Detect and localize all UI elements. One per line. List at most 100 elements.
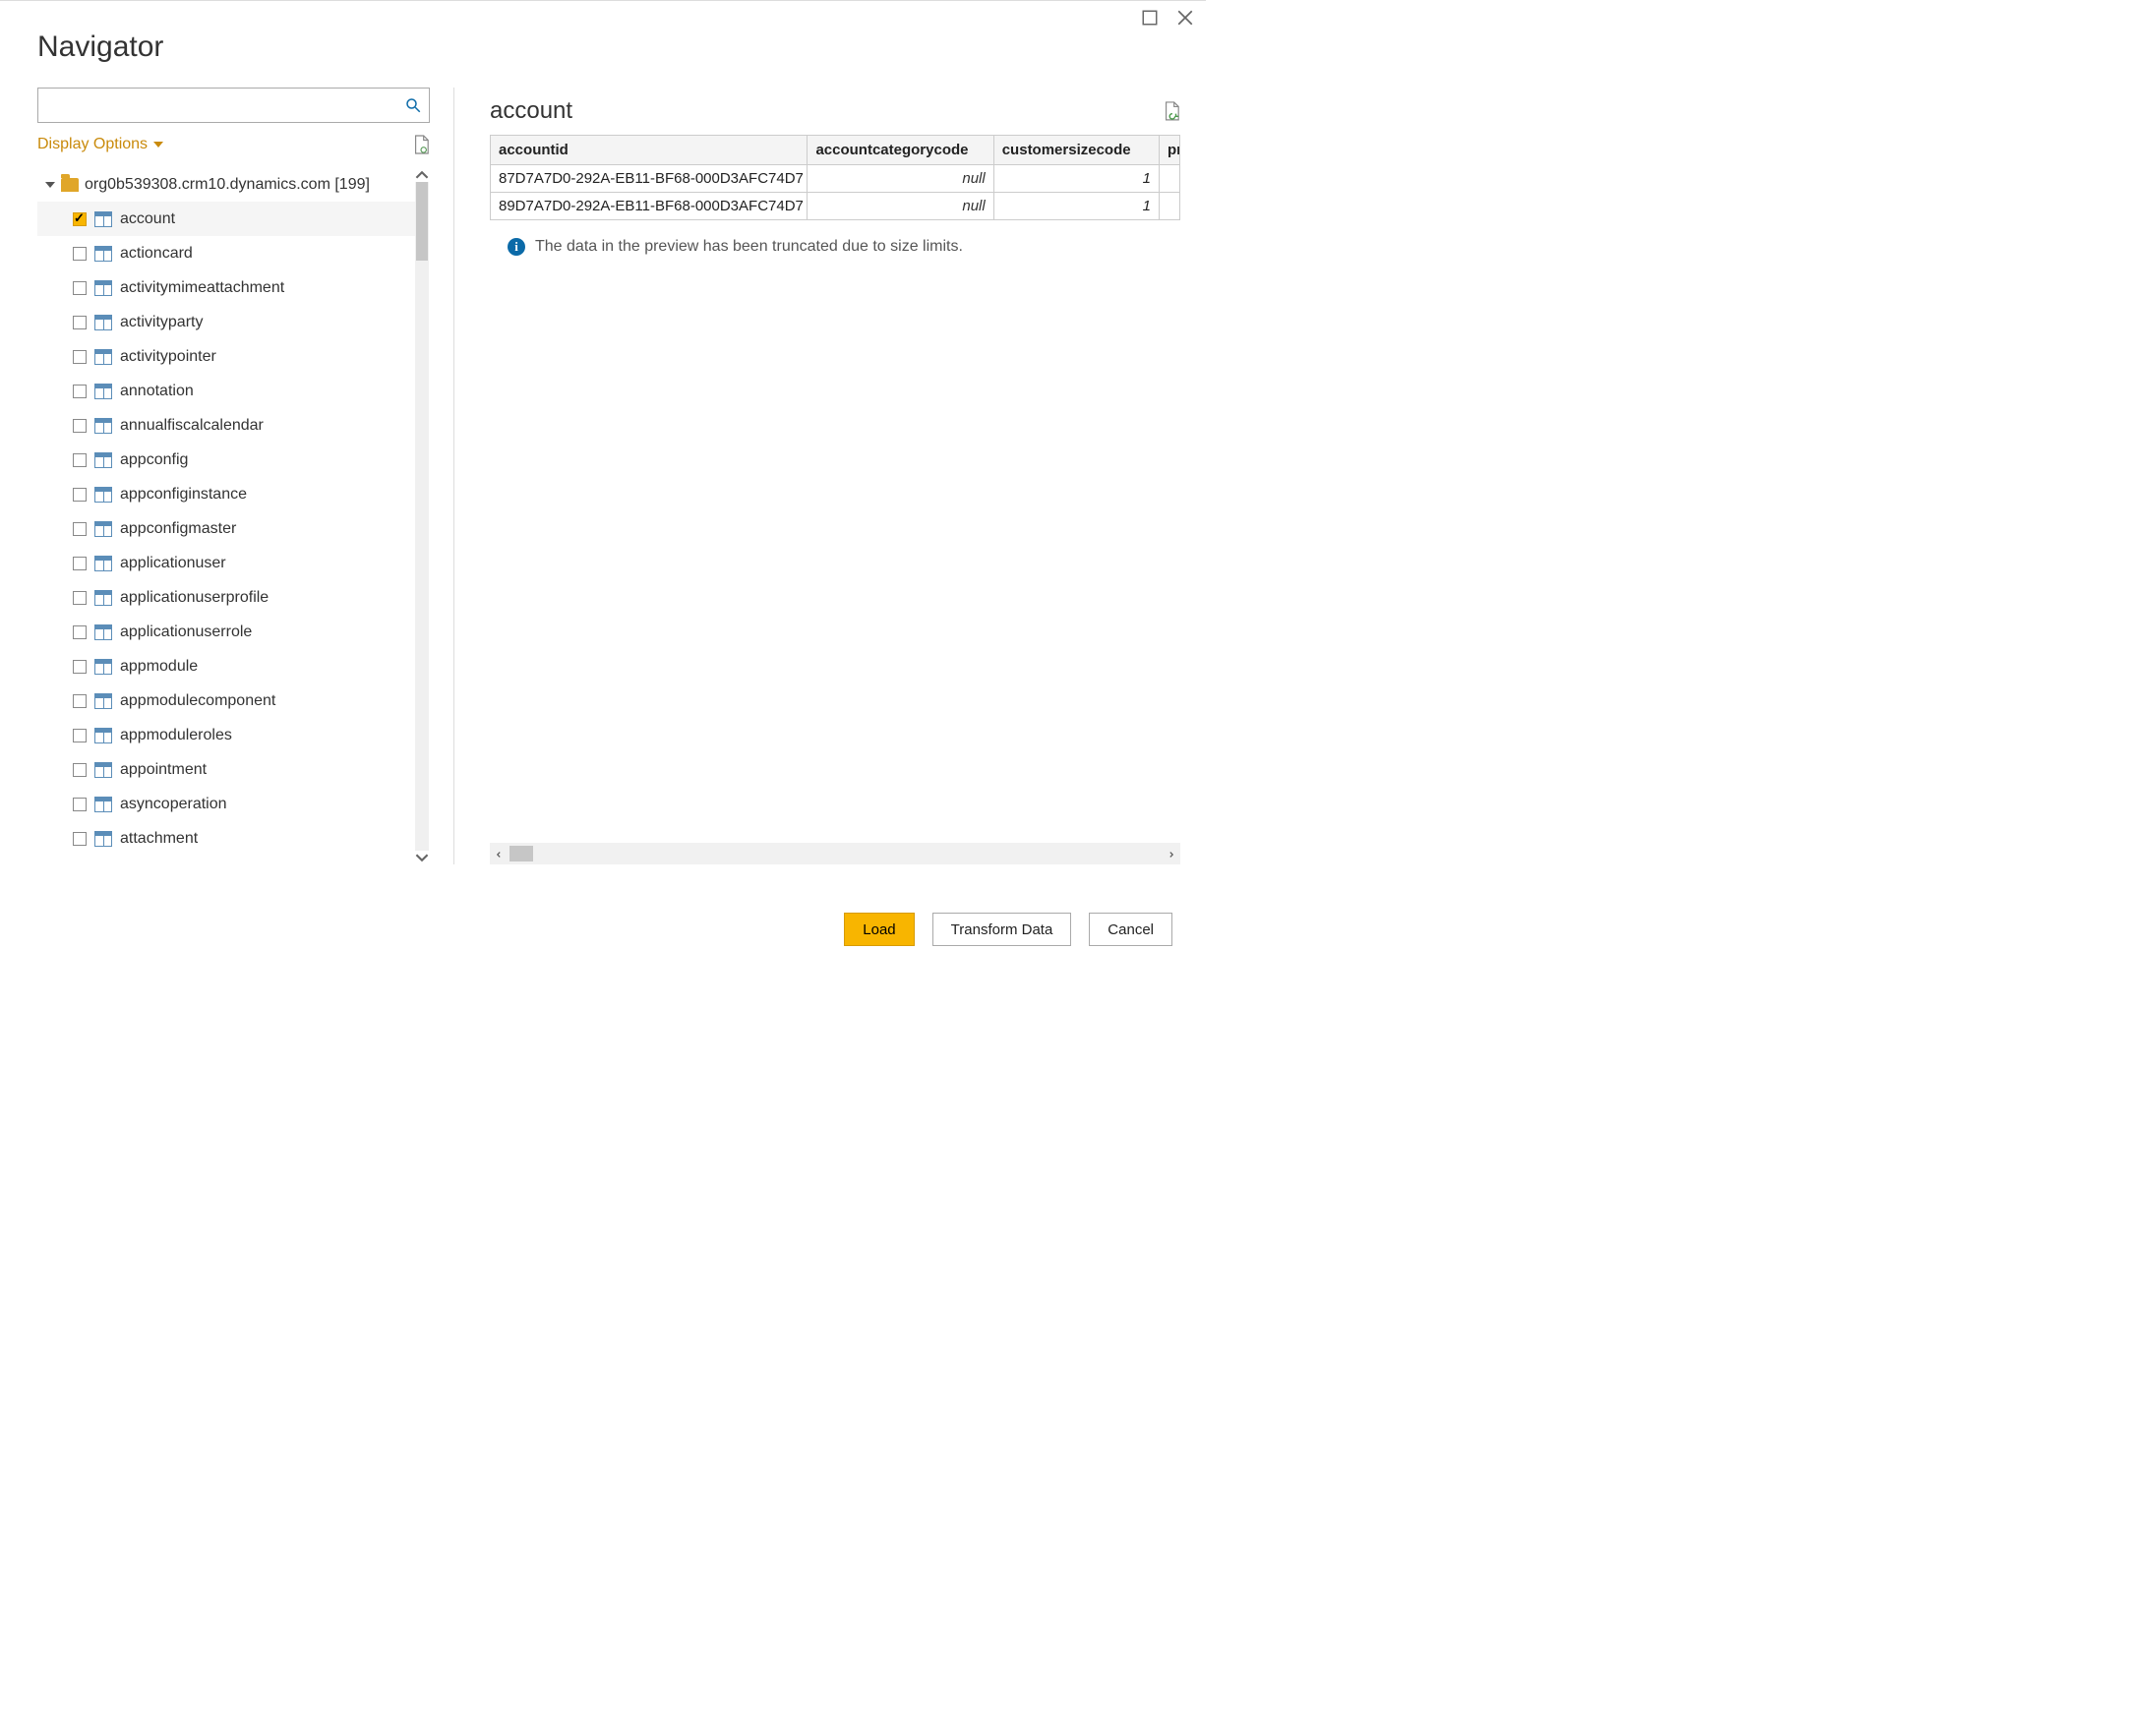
tree-item[interactable]: activitymimeattachment <box>37 270 418 305</box>
tree-item-label: appconfiginstance <box>120 486 247 504</box>
column-header[interactable]: customersizecode <box>993 136 1159 165</box>
cell-truncated <box>1159 165 1179 193</box>
table-icon <box>94 693 112 709</box>
column-header[interactable]: accountid <box>491 136 808 165</box>
column-header[interactable]: accountcategorycode <box>808 136 993 165</box>
close-icon[interactable] <box>1176 9 1194 31</box>
tree-item-checkbox[interactable] <box>73 522 87 536</box>
tree-item-checkbox[interactable] <box>73 247 87 261</box>
table-icon <box>94 315 112 330</box>
tree-refresh-icon[interactable] <box>412 135 430 154</box>
preview-refresh-icon[interactable] <box>1163 101 1180 121</box>
tree-item-label: appconfigmaster <box>120 520 236 538</box>
tree-item[interactable]: appmodule <box>37 649 418 683</box>
tree-item[interactable]: annotation <box>37 374 418 408</box>
table-icon <box>94 452 112 468</box>
dialog-title: Navigator <box>0 1 1206 88</box>
tree-item[interactable]: actioncard <box>37 236 418 270</box>
cell-customersizecode: 1 <box>993 193 1159 220</box>
tree-scrollbar-thumb[interactable] <box>416 182 428 261</box>
tree-item[interactable]: appointment <box>37 752 418 787</box>
table-icon <box>94 521 112 537</box>
tree-item[interactable]: activitypointer <box>37 339 418 374</box>
tree-item-checkbox[interactable] <box>73 591 87 605</box>
tree-item-checkbox[interactable] <box>73 350 87 364</box>
tree-item-checkbox[interactable] <box>73 316 87 329</box>
tree-item-label: asyncoperation <box>120 796 227 813</box>
tree-item[interactable]: appmodulecomponent <box>37 683 418 718</box>
cell-truncated <box>1159 193 1179 220</box>
tree-item[interactable]: applicationuserprofile <box>37 580 418 615</box>
scroll-right-icon[interactable] <box>1163 845 1180 862</box>
scroll-down-icon[interactable] <box>415 851 429 864</box>
tree-item-checkbox[interactable] <box>73 625 87 639</box>
preview-scrollbar-track[interactable] <box>508 843 1163 864</box>
tree-item-checkbox[interactable] <box>73 488 87 502</box>
info-icon: i <box>508 238 525 256</box>
preview-title: account <box>490 97 572 125</box>
search-input[interactable] <box>37 88 430 123</box>
tree-item[interactable]: annualfiscalcalendar <box>37 408 418 443</box>
folder-icon <box>61 178 79 192</box>
table-icon <box>94 487 112 503</box>
table-row[interactable]: 89D7A7D0-292A-EB11-BF68-000D3AFC74D7null… <box>491 193 1180 220</box>
tree-item[interactable]: activityparty <box>37 305 418 339</box>
preview-scrollbar-thumb[interactable] <box>509 846 533 861</box>
tree-item-label: annotation <box>120 383 194 400</box>
column-header[interactable]: pr <box>1159 136 1179 165</box>
tree-item[interactable]: appmoduleroles <box>37 718 418 752</box>
tree-item[interactable]: asyncoperation <box>37 787 418 821</box>
display-options-label: Display Options <box>37 136 148 153</box>
tree-item-checkbox[interactable] <box>73 557 87 570</box>
table-icon <box>94 659 112 675</box>
maximize-icon[interactable] <box>1141 9 1159 31</box>
tree-item-checkbox[interactable] <box>73 832 87 846</box>
tree-item-checkbox[interactable] <box>73 798 87 811</box>
navigator-tree-pane: Display Options org0b539308.crm10.dynami… <box>37 88 454 864</box>
tree-item[interactable]: appconfiginstance <box>37 477 418 511</box>
tree-item-label: applicationuserprofile <box>120 589 269 607</box>
tree-item-label: attachment <box>120 830 198 848</box>
caret-down-icon <box>45 180 55 190</box>
tree-item-label: applicationuserrole <box>120 623 252 641</box>
table-icon <box>94 590 112 606</box>
load-button[interactable]: Load <box>844 913 914 946</box>
tree-item-checkbox[interactable] <box>73 212 87 226</box>
tree-item[interactable]: account <box>37 202 418 236</box>
table-row[interactable]: 87D7A7D0-292A-EB11-BF68-000D3AFC74D7null… <box>491 165 1180 193</box>
table-icon <box>94 728 112 743</box>
tree-item-label: appconfig <box>120 451 188 469</box>
tree-root-label: org0b539308.crm10.dynamics.com [199] <box>85 176 370 194</box>
tree-item-checkbox[interactable] <box>73 453 87 467</box>
tree-item-checkbox[interactable] <box>73 660 87 674</box>
tree-item-label: appmoduleroles <box>120 727 232 744</box>
tree-item-checkbox[interactable] <box>73 281 87 295</box>
tree-item-checkbox[interactable] <box>73 694 87 708</box>
tree-item-label: applicationuser <box>120 555 226 572</box>
table-icon <box>94 556 112 571</box>
tree-item[interactable]: appconfig <box>37 443 418 477</box>
display-options-dropdown[interactable]: Display Options <box>37 136 163 153</box>
table-icon <box>94 797 112 812</box>
tree-root[interactable]: org0b539308.crm10.dynamics.com [199] <box>37 168 418 202</box>
table-icon <box>94 831 112 847</box>
tree-item[interactable]: applicationuser <box>37 546 418 580</box>
tree-item-checkbox[interactable] <box>73 729 87 742</box>
tree-item[interactable]: applicationuserrole <box>37 615 418 649</box>
tree-item-label: actioncard <box>120 245 193 263</box>
scroll-up-icon[interactable] <box>415 168 429 182</box>
tree-item[interactable]: attachment <box>37 821 418 856</box>
tree-item-checkbox[interactable] <box>73 763 87 777</box>
tree-item-checkbox[interactable] <box>73 419 87 433</box>
tree-scrollbar-track[interactable] <box>415 182 429 851</box>
cancel-button[interactable]: Cancel <box>1089 913 1172 946</box>
scroll-left-icon[interactable] <box>490 845 508 862</box>
table-icon <box>94 246 112 262</box>
search-icon[interactable] <box>404 96 422 114</box>
transform-data-button[interactable]: Transform Data <box>932 913 1072 946</box>
tree-item-label: activitypointer <box>120 348 216 366</box>
tree-item-checkbox[interactable] <box>73 385 87 398</box>
tree-item[interactable]: appconfigmaster <box>37 511 418 546</box>
tree-item-label: appmodule <box>120 658 198 676</box>
table-icon <box>94 211 112 227</box>
